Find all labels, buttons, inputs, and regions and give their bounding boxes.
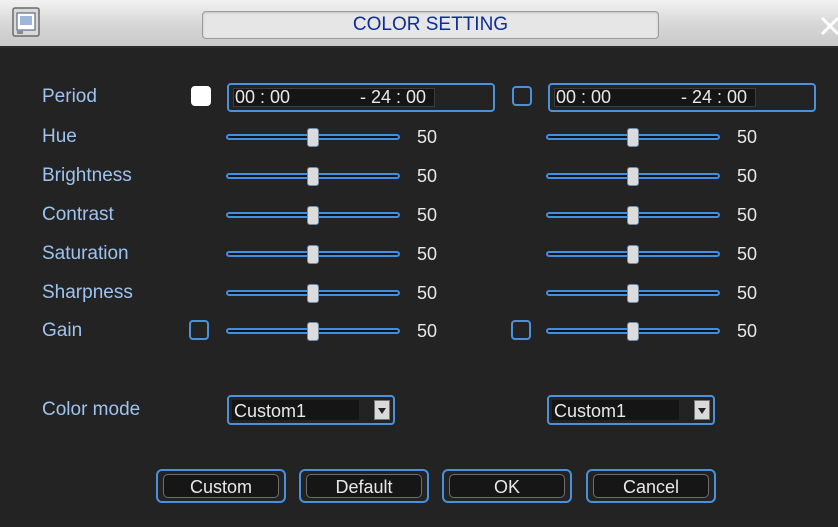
slider-thumb[interactable] bbox=[627, 128, 639, 147]
slider-thumb[interactable] bbox=[307, 322, 319, 341]
saturation-slider-2[interactable] bbox=[546, 245, 720, 265]
gain-value-1: 50 bbox=[417, 321, 438, 341]
period-1-checkbox[interactable] bbox=[191, 86, 211, 106]
color-mode-select-1[interactable]: Custom1 bbox=[227, 395, 395, 425]
color-mode-1-value: Custom1 bbox=[232, 400, 359, 421]
chevron-down-icon[interactable] bbox=[694, 400, 710, 420]
gain-value-2: 50 bbox=[737, 321, 758, 341]
contrast-label: Contrast bbox=[42, 204, 114, 225]
brightness-slider-1[interactable] bbox=[226, 167, 400, 187]
brightness-value-2: 50 bbox=[737, 166, 758, 186]
ok-button-label: OK bbox=[493, 477, 520, 497]
slider-thumb[interactable] bbox=[307, 245, 319, 264]
color-mode-2-value: Custom1 bbox=[552, 400, 679, 421]
custom-button-label: Custom bbox=[189, 477, 252, 497]
sharpness-label: Sharpness bbox=[42, 282, 133, 303]
period-1-end: - 24 : 00 bbox=[360, 87, 427, 107]
saturation-value-1: 50 bbox=[417, 244, 438, 264]
slider-thumb[interactable] bbox=[307, 167, 319, 186]
saturation-value-2: 50 bbox=[737, 244, 758, 264]
period-1-time-field[interactable]: 00 : 00 - 24 : 00 bbox=[227, 83, 495, 112]
slider-thumb[interactable] bbox=[627, 284, 639, 303]
sharpness-slider-1[interactable] bbox=[226, 284, 400, 304]
color-mode-select-2[interactable]: Custom1 bbox=[547, 395, 715, 425]
gain-slider-2[interactable] bbox=[546, 322, 720, 342]
chevron-down-icon[interactable] bbox=[374, 400, 390, 420]
brightness-slider-2[interactable] bbox=[546, 167, 720, 187]
custom-button[interactable]: Custom bbox=[156, 469, 286, 503]
slider-thumb[interactable] bbox=[307, 128, 319, 147]
slider-thumb[interactable] bbox=[307, 284, 319, 303]
sharpness-slider-2[interactable] bbox=[546, 284, 720, 304]
close-icon[interactable] bbox=[812, 8, 838, 38]
cancel-button[interactable]: Cancel bbox=[586, 469, 716, 503]
color-setting-window: COLOR SETTING Period 00 : 00 - 24 : 00 0… bbox=[0, 0, 838, 527]
slider-thumb[interactable] bbox=[627, 167, 639, 186]
brightness-value-1: 50 bbox=[417, 166, 438, 186]
hue-label: Hue bbox=[42, 126, 77, 147]
brightness-label: Brightness bbox=[42, 165, 132, 186]
default-button[interactable]: Default bbox=[299, 469, 429, 503]
contrast-slider-1[interactable] bbox=[226, 206, 400, 226]
contrast-value-2: 50 bbox=[737, 205, 758, 225]
slider-thumb[interactable] bbox=[307, 206, 319, 225]
title-bar: COLOR SETTING bbox=[0, 0, 838, 48]
sharpness-value-2: 50 bbox=[737, 283, 758, 303]
period-2-start: 00 : 00 bbox=[556, 87, 612, 107]
hue-value-2: 50 bbox=[737, 127, 758, 147]
window-title: COLOR SETTING bbox=[352, 14, 509, 35]
period-1-start: 00 : 00 bbox=[235, 87, 291, 107]
slider-thumb[interactable] bbox=[627, 206, 639, 225]
hue-slider-1[interactable] bbox=[226, 128, 400, 148]
contrast-value-1: 50 bbox=[417, 205, 438, 225]
contrast-slider-2[interactable] bbox=[546, 206, 720, 226]
ok-button[interactable]: OK bbox=[442, 469, 572, 503]
gain-1-checkbox[interactable] bbox=[189, 320, 209, 340]
window-icon bbox=[12, 7, 40, 37]
slider-thumb[interactable] bbox=[627, 322, 639, 341]
hue-value-1: 50 bbox=[417, 127, 438, 147]
gain-label: Gain bbox=[42, 320, 83, 341]
saturation-label: Saturation bbox=[42, 243, 129, 264]
color-mode-label: Color mode bbox=[42, 399, 141, 420]
default-button-label: Default bbox=[335, 477, 393, 497]
period-2-checkbox[interactable] bbox=[512, 86, 532, 106]
cancel-button-label: Cancel bbox=[622, 477, 680, 497]
hue-slider-2[interactable] bbox=[546, 128, 720, 148]
period-2-time-field[interactable]: 00 : 00 - 24 : 00 bbox=[548, 83, 816, 112]
saturation-slider-1[interactable] bbox=[226, 245, 400, 265]
slider-thumb[interactable] bbox=[627, 245, 639, 264]
period-label: Period bbox=[42, 86, 97, 107]
gain-slider-1[interactable] bbox=[226, 322, 400, 342]
sharpness-value-1: 50 bbox=[417, 283, 438, 303]
gain-2-checkbox[interactable] bbox=[511, 320, 531, 340]
period-2-end: - 24 : 00 bbox=[681, 87, 748, 107]
